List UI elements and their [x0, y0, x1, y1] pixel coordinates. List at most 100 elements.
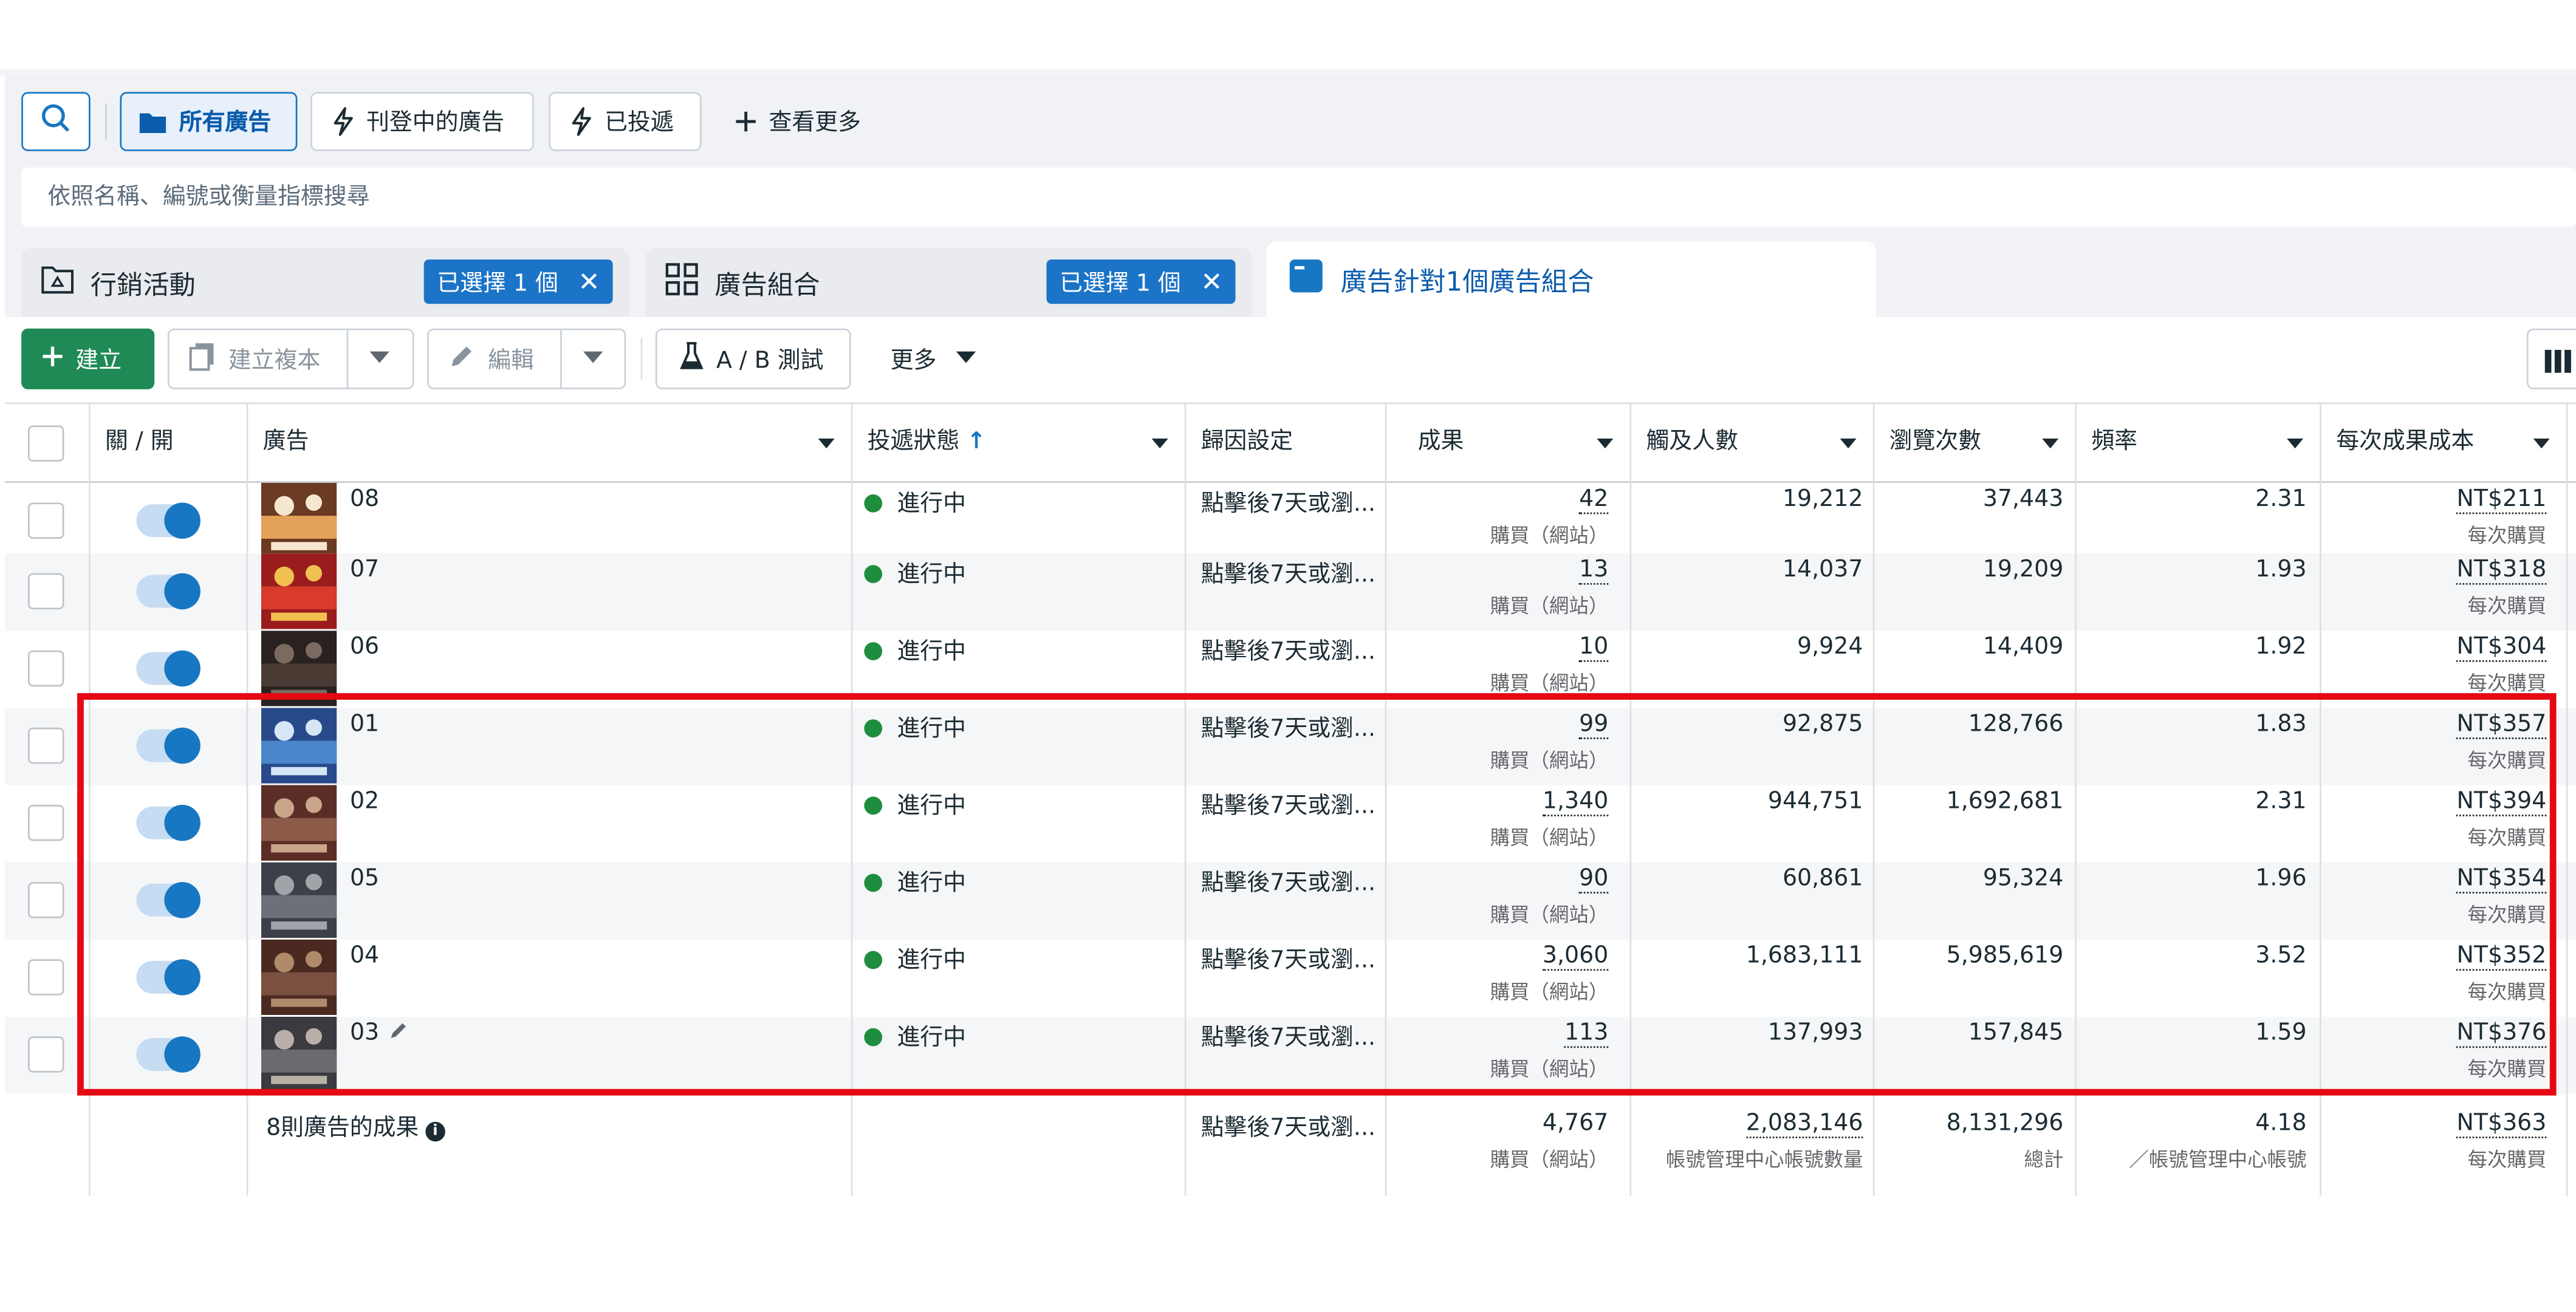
- results-type: 購買（網站）: [1490, 524, 1609, 547]
- all-ads-label: 所有廣告: [179, 110, 272, 137]
- create-button[interactable]: 建立: [21, 328, 155, 389]
- row-checkbox[interactable]: [27, 882, 64, 918]
- table-row[interactable]: 07 進行中 點擊後7天或瀏... 13 購買（網站） 14,037 19,209 1.93 N…: [5, 553, 2576, 631]
- col-delivery[interactable]: 投遞狀態 ↑: [851, 404, 1185, 481]
- chevron-down-icon[interactable]: [583, 351, 603, 363]
- ad-toggle[interactable]: [136, 502, 200, 539]
- results-number: 13: [1579, 556, 1609, 585]
- col-toggle[interactable]: 關 / 開: [89, 404, 247, 481]
- summary-cost-sub: 每次購買: [2467, 1148, 2547, 1172]
- close-icon[interactable]: ✕: [1201, 266, 1222, 297]
- active-ads-filter[interactable]: 刊登中的廣告: [310, 92, 534, 151]
- toggle-knob: [164, 573, 200, 610]
- results-type: 購買（網站）: [1490, 594, 1609, 618]
- col-reach-label: 觸及人數: [1646, 428, 1738, 456]
- results-type: 購買（網站）: [1490, 671, 1609, 695]
- summary-impressions-sub: 總計: [2024, 1148, 2064, 1172]
- chevron-down-icon[interactable]: [1151, 438, 1168, 449]
- ad-toggle[interactable]: [136, 573, 200, 610]
- cost-type: 每次購買: [2467, 671, 2547, 695]
- row-checkbox[interactable]: [27, 805, 64, 841]
- row-checkbox[interactable]: [27, 959, 64, 996]
- duplicate-button[interactable]: 建立複本: [167, 328, 414, 389]
- ad-name[interactable]: 06: [350, 634, 379, 660]
- active-ads-label: 刊登中的廣告: [366, 110, 505, 137]
- highlight-box: [77, 693, 2557, 1096]
- delivered-filter[interactable]: 已投遞: [549, 92, 702, 151]
- summary-label: 8則廣告的成果 i: [266, 1110, 445, 1143]
- summary-row: 8則廣告的成果 i 點擊後7天或瀏... 4,767 購買（網站） 2,083,1…: [5, 1097, 2576, 1195]
- search-input[interactable]: 依照名稱、編號或衡量指標搜尋: [21, 167, 2576, 227]
- active-status-icon: [864, 642, 883, 661]
- cost-type: 每次購買: [2467, 594, 2547, 618]
- chevron-down-icon[interactable]: [1597, 438, 1614, 449]
- impressions-value: 19,209: [1982, 556, 2064, 583]
- more-label: 更多: [890, 347, 937, 374]
- adset-grid-icon: [665, 263, 698, 302]
- chevron-down-icon[interactable]: [818, 438, 835, 449]
- frequency-value: 2.31: [2255, 486, 2307, 513]
- col-attribution[interactable]: 歸因設定: [1185, 404, 1385, 481]
- delivery-status-text: 進行中: [897, 561, 967, 589]
- chevron-down-icon[interactable]: [369, 351, 389, 363]
- ads-manager-screen: 所有廣告 刊登中的廣告 已投遞 查看更多 依照名稱、編號或衡量指標搜尋 行銷活動…: [0, 0, 2576, 1310]
- col-impressions[interactable]: 瀏覽次數: [1873, 404, 2075, 481]
- impressions-value: 37,443: [1982, 486, 2064, 513]
- tab-ads[interactable]: 廣告針對1個廣告組合: [1266, 241, 1877, 317]
- campaign-selected-chip[interactable]: 已選擇 1 個 ✕: [423, 259, 614, 304]
- col-reach[interactable]: 觸及人數: [1629, 404, 1872, 481]
- col-ad[interactable]: 廣告: [247, 404, 851, 481]
- more-menu-button[interactable]: 更多: [877, 328, 993, 389]
- columns-button[interactable]: [2526, 328, 2576, 389]
- lightning-icon: [570, 107, 593, 137]
- row-checkbox[interactable]: [27, 502, 64, 539]
- summary-reach-sub: 帳號管理中心帳號數量: [1665, 1148, 1863, 1172]
- ad-name-text: 08: [349, 486, 380, 513]
- results-value[interactable]: 13: [1385, 556, 1609, 585]
- col-impressions-label: 瀏覽次數: [1889, 428, 1982, 456]
- flask-icon: [680, 341, 704, 377]
- ab-test-button[interactable]: A / B 測試: [655, 328, 851, 389]
- search-button[interactable]: [21, 92, 91, 151]
- row-checkbox[interactable]: [27, 1036, 64, 1073]
- delivered-label: 已投遞: [605, 110, 674, 137]
- chevron-down-icon[interactable]: [2042, 438, 2059, 449]
- delivery-status: 進行中: [864, 557, 966, 590]
- ad-thumbnail[interactable]: [261, 553, 337, 629]
- results-value[interactable]: 10: [1385, 634, 1609, 662]
- tab-ads-label: 廣告針對1個廣告組合: [1340, 266, 1594, 298]
- edit-button[interactable]: 編輯: [427, 328, 626, 389]
- col-cost[interactable]: 每次成果成本: [2320, 404, 2566, 481]
- active-status-icon: [864, 565, 883, 583]
- reach-value: 19,212: [1782, 486, 1863, 513]
- cost-value[interactable]: NT$211: [2320, 486, 2546, 514]
- ad-thumbnail[interactable]: [261, 483, 337, 559]
- columns-icon: [2544, 348, 2575, 379]
- col-attribution-label: 歸因設定: [1201, 428, 1293, 456]
- results-value[interactable]: 42: [1385, 486, 1609, 514]
- table-row[interactable]: 08 進行中 點擊後7天或瀏... 42 購買（網站） 19,212 37,443 2.31 N…: [5, 483, 2576, 559]
- close-icon[interactable]: ✕: [578, 266, 600, 297]
- view-more-button[interactable]: 查看更多: [731, 92, 895, 151]
- col-results[interactable]: 成果: [1385, 404, 1630, 481]
- ad-name[interactable]: 08: [350, 486, 379, 512]
- row-checkbox[interactable]: [27, 573, 64, 610]
- chevron-down-icon[interactable]: [2533, 438, 2550, 449]
- row-checkbox[interactable]: [27, 727, 64, 764]
- all-ads-filter[interactable]: 所有廣告: [120, 92, 298, 151]
- chevron-down-icon[interactable]: [2287, 438, 2304, 449]
- cost-value[interactable]: NT$304: [2320, 634, 2546, 662]
- summary-frequency: 4.18: [2255, 1110, 2307, 1137]
- cost-number: NT$304: [2456, 634, 2546, 662]
- col-frequency[interactable]: 頻率: [2075, 404, 2320, 481]
- cost-value[interactable]: NT$318: [2320, 556, 2546, 585]
- ad-toggle[interactable]: [136, 650, 200, 687]
- info-icon[interactable]: i: [425, 1121, 445, 1142]
- adset-selected-chip[interactable]: 已選擇 1 個 ✕: [1046, 259, 1236, 304]
- select-all-checkbox[interactable]: [27, 425, 64, 462]
- cost-number: NT$211: [2456, 486, 2546, 514]
- chevron-down-icon[interactable]: [1840, 438, 1857, 449]
- ad-name[interactable]: 07: [350, 557, 379, 583]
- row-checkbox[interactable]: [27, 650, 64, 687]
- summary-label-text: 8則廣告的成果: [266, 1115, 419, 1142]
